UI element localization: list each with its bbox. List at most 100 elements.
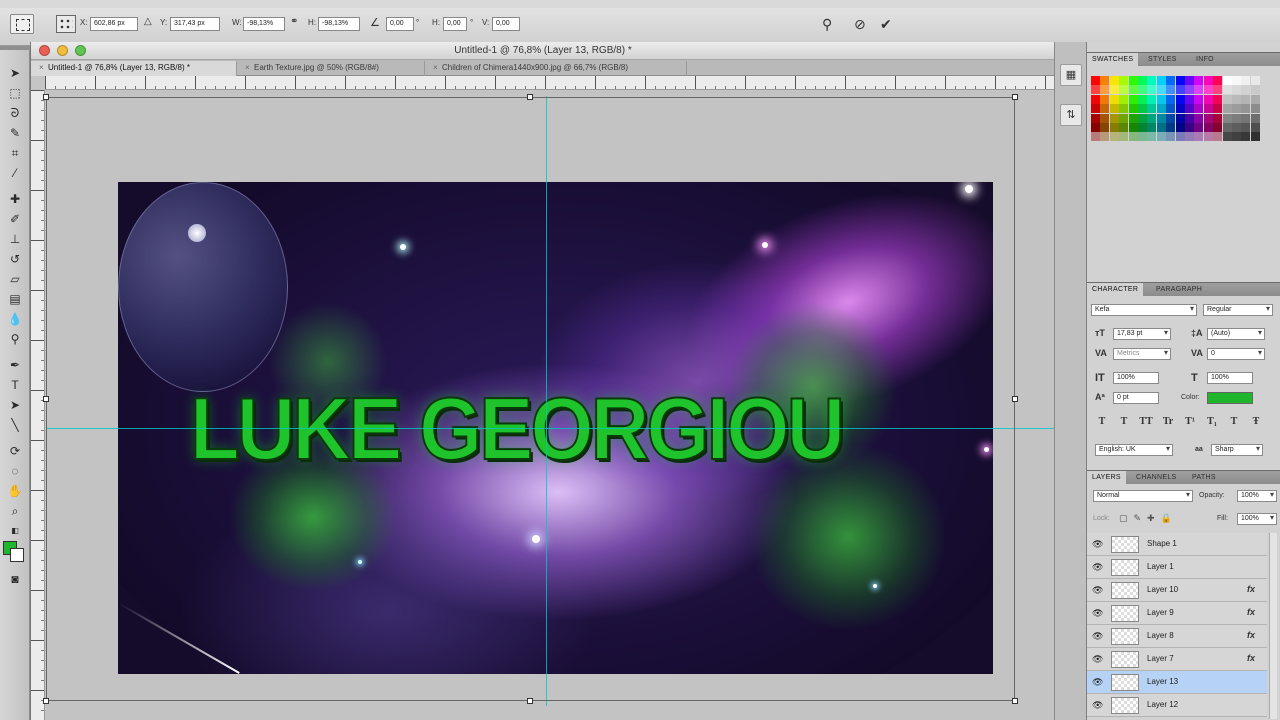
color-swatch[interactable] bbox=[1185, 132, 1194, 142]
tab-info[interactable]: INFO bbox=[1191, 53, 1219, 67]
color-swatch[interactable] bbox=[1138, 132, 1147, 142]
color-swatch[interactable] bbox=[1203, 85, 1213, 95]
color-swatch[interactable] bbox=[1128, 94, 1138, 104]
layer-name[interactable]: Layer 10 bbox=[1147, 585, 1178, 594]
layer-name[interactable]: Layer 12 bbox=[1147, 700, 1178, 709]
text-style-button[interactable]: T¹ bbox=[1181, 416, 1199, 427]
layer-name[interactable]: Layer 1 bbox=[1147, 562, 1174, 571]
line-tool-icon[interactable]: ╲ bbox=[6, 416, 24, 434]
tab-earth-texture[interactable]: × Earth Texture.jpg @ 50% (RGB/8#) bbox=[237, 61, 425, 76]
visibility-eye-icon[interactable]: 👁 bbox=[1092, 562, 1105, 572]
lasso-tool-icon[interactable]: ᘐ bbox=[6, 104, 24, 122]
color-swatch[interactable] bbox=[1194, 132, 1204, 142]
layer-effects-icon[interactable]: fx bbox=[1247, 584, 1255, 594]
visibility-eye-icon[interactable]: 👁 bbox=[1092, 585, 1105, 595]
layer-name[interactable]: Layer 7 bbox=[1147, 654, 1174, 663]
layer-row[interactable]: 👁 Layer 13 bbox=[1087, 671, 1267, 694]
visibility-eye-icon[interactable]: 👁 bbox=[1092, 539, 1105, 549]
color-swatch[interactable] bbox=[1147, 132, 1157, 142]
color-swatch[interactable] bbox=[1175, 85, 1185, 95]
color-swatch[interactable] bbox=[1232, 132, 1241, 142]
color-swatch[interactable] bbox=[1203, 76, 1213, 85]
y-position-field[interactable]: 317,43 px bbox=[170, 17, 220, 31]
color-swatch[interactable] bbox=[1222, 132, 1232, 142]
quick-mask-icon[interactable]: ◙ bbox=[6, 570, 24, 588]
blend-mode-select[interactable]: Normal bbox=[1093, 490, 1193, 502]
color-swatch[interactable] bbox=[1128, 132, 1138, 142]
tab-styles[interactable]: STYLES bbox=[1143, 53, 1182, 67]
color-swatch[interactable] bbox=[1241, 94, 1251, 104]
canvas-title-text[interactable]: LUKE GEORGIOU bbox=[189, 383, 852, 475]
text-style-button[interactable]: T bbox=[1225, 416, 1243, 427]
color-swatch[interactable] bbox=[1091, 113, 1100, 123]
color-swatch[interactable] bbox=[1138, 113, 1147, 123]
background-color-swatch[interactable] bbox=[10, 548, 24, 562]
color-swatch[interactable] bbox=[1222, 123, 1232, 132]
color-swatch[interactable] bbox=[1203, 113, 1213, 123]
layers-scrollbar[interactable] bbox=[1269, 533, 1277, 719]
horizontal-skew-field[interactable]: 0,00 bbox=[443, 17, 467, 31]
color-swatch[interactable] bbox=[1232, 123, 1241, 132]
commit-transform-icon[interactable]: ✔ bbox=[880, 16, 892, 33]
color-swatch[interactable] bbox=[1119, 132, 1129, 142]
color-swatch[interactable] bbox=[1166, 85, 1176, 95]
color-swatch[interactable] bbox=[1241, 113, 1251, 123]
3d-orbit-tool-icon[interactable]: ◌ bbox=[6, 462, 24, 480]
color-swatch[interactable] bbox=[1194, 113, 1204, 123]
visibility-eye-icon[interactable]: 👁 bbox=[1092, 631, 1105, 641]
color-swatch[interactable] bbox=[1222, 94, 1232, 104]
color-swatch[interactable] bbox=[1119, 113, 1129, 123]
color-swatch[interactable] bbox=[1194, 123, 1204, 132]
color-swatch[interactable] bbox=[1232, 85, 1241, 95]
color-swatch[interactable] bbox=[1213, 123, 1223, 132]
color-swatch[interactable] bbox=[1128, 76, 1138, 85]
tab-children-of-chimera[interactable]: × Children of Chimera1440x900.jpg @ 66,7%… bbox=[425, 61, 687, 76]
gradient-tool-icon[interactable]: ▤ bbox=[6, 290, 24, 308]
kerning-field[interactable]: Metrics bbox=[1113, 348, 1171, 360]
color-swatch[interactable] bbox=[1232, 104, 1241, 114]
color-swatch[interactable] bbox=[1166, 76, 1176, 85]
text-style-button[interactable]: T₁ bbox=[1203, 416, 1221, 427]
color-swatch[interactable] bbox=[1166, 123, 1176, 132]
layer-name[interactable]: Layer 13 bbox=[1147, 677, 1178, 686]
color-swatch[interactable] bbox=[1138, 104, 1147, 114]
color-swatch[interactable] bbox=[1156, 85, 1166, 95]
text-style-button[interactable]: T bbox=[1093, 416, 1111, 427]
color-swatch[interactable] bbox=[1203, 104, 1213, 114]
color-swatch[interactable] bbox=[1250, 104, 1260, 114]
color-swatch[interactable] bbox=[1147, 113, 1157, 123]
baseline-shift-field[interactable]: 0 pt bbox=[1113, 392, 1159, 404]
color-swatch[interactable] bbox=[1138, 85, 1147, 95]
path-selection-tool-icon[interactable]: ➤ bbox=[6, 396, 24, 414]
horizontal-ruler[interactable] bbox=[45, 76, 1055, 90]
relative-position-icon[interactable]: △ bbox=[144, 16, 152, 27]
history-brush-tool-icon[interactable]: ↺ bbox=[6, 250, 24, 268]
visibility-eye-icon[interactable]: 👁 bbox=[1092, 654, 1105, 664]
color-swatch[interactable] bbox=[1213, 85, 1223, 95]
color-swatch[interactable] bbox=[1100, 104, 1110, 114]
color-swatch[interactable] bbox=[1138, 94, 1147, 104]
color-swatch[interactable] bbox=[1091, 132, 1100, 142]
color-swatch[interactable] bbox=[1091, 85, 1100, 95]
fill-field[interactable]: 100% bbox=[1237, 513, 1277, 525]
actions-panel-icon[interactable]: ⇅ bbox=[1060, 104, 1082, 126]
color-swatch[interactable] bbox=[1213, 132, 1223, 142]
color-swatch[interactable] bbox=[1250, 94, 1260, 104]
color-swatch[interactable] bbox=[1175, 94, 1185, 104]
color-swatch[interactable] bbox=[1109, 85, 1119, 95]
color-swatch[interactable] bbox=[1185, 104, 1194, 114]
eyedropper-tool-icon[interactable]: ⁄ bbox=[6, 164, 24, 182]
color-swatch[interactable] bbox=[1147, 76, 1157, 85]
3d-rotate-tool-icon[interactable]: ⟳ bbox=[6, 442, 24, 460]
layer-effects-icon[interactable]: fx bbox=[1247, 630, 1255, 640]
color-swatch[interactable] bbox=[1119, 123, 1129, 132]
dodge-tool-icon[interactable]: ⚲ bbox=[6, 330, 24, 348]
brush-tool-icon[interactable]: ✐ bbox=[6, 210, 24, 228]
healing-brush-tool-icon[interactable]: ✚ bbox=[6, 190, 24, 208]
color-swatch[interactable] bbox=[1203, 94, 1213, 104]
color-swatch[interactable] bbox=[1100, 132, 1110, 142]
color-swatch[interactable] bbox=[1091, 104, 1100, 114]
vertical-ruler[interactable] bbox=[31, 90, 45, 720]
color-swatch[interactable] bbox=[1156, 123, 1166, 132]
layer-name[interactable]: Layer 8 bbox=[1147, 631, 1174, 640]
